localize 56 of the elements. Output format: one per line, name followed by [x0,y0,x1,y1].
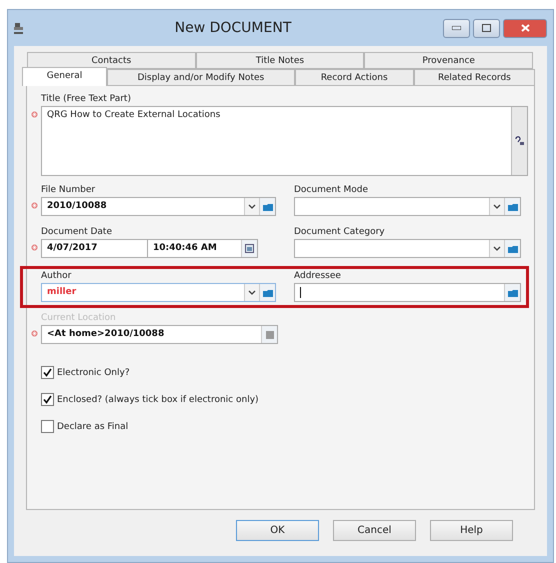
dropdown-icon[interactable] [493,204,501,209]
folder-icon[interactable] [508,244,518,252]
text-area[interactable]: QRG How to Create External Locations [41,106,528,176]
field-label: Author [41,270,72,283]
dialog-button[interactable]: OK [236,520,319,541]
checkbox-label: Declare as Final [57,422,128,432]
field-label: Document Mode [294,184,370,197]
field-label: Current Location [41,312,117,325]
maximize-icon [482,24,491,32]
folder-icon[interactable] [262,288,272,296]
input-field[interactable]: 2010/10088 [41,197,276,216]
tab[interactable]: Related Records [414,69,536,86]
minimize-icon [452,26,461,30]
checkbox[interactable] [41,393,54,406]
maximize-button[interactable] [473,18,500,38]
window-title: New DOCUMENT [174,20,292,36]
dialog-button[interactable]: Cancel [333,520,416,541]
date-field[interactable]: 4/07/2017 [41,239,148,258]
checkbox-label: Enclosed? (always tick box if electronic only) [57,394,259,404]
input-field[interactable] [294,197,521,216]
close-button[interactable] [503,18,547,38]
tab[interactable]: General [22,67,108,86]
field-label: Addressee [294,270,342,283]
checkmark-icon [43,368,52,377]
tab[interactable]: Title Notes [196,52,364,69]
dialog-button[interactable]: Help [430,520,513,541]
minimize-button[interactable] [443,18,470,38]
dropdown-icon[interactable] [248,290,256,295]
text-cursor [300,287,301,298]
input-field[interactable]: miller [41,283,276,302]
dropdown-icon[interactable] [248,204,256,209]
checkbox-label: Electronic Only? [57,368,130,378]
help-icon[interactable] [514,136,524,146]
field-label: Document Date [41,226,113,239]
input-field[interactable]: <At home>2010/10088 [41,325,278,344]
tab[interactable]: Provenance [364,52,534,69]
folder-icon[interactable] [508,202,518,210]
field-label: Document Category [294,226,386,239]
tab[interactable]: Record Actions [294,69,414,86]
dropdown-icon[interactable] [493,246,501,251]
checkbox[interactable] [41,366,54,379]
close-icon [520,24,530,32]
field-label: Title (Free Text Part) [41,93,132,106]
checkbox[interactable] [41,420,54,433]
tab[interactable]: Display and/or Modify Notes [107,69,295,86]
field-label: File Number [41,184,96,197]
time-field[interactable]: 10:40:46 AM [148,239,258,258]
calendar-icon[interactable] [245,244,254,253]
app-icon [14,22,23,34]
input-field[interactable] [294,239,521,258]
folder-icon[interactable] [262,202,272,210]
input-field[interactable] [294,283,521,302]
square-icon[interactable] [266,330,274,338]
checkmark-icon [43,395,52,404]
folder-icon[interactable] [508,288,518,296]
tab[interactable]: Contacts [27,52,196,69]
